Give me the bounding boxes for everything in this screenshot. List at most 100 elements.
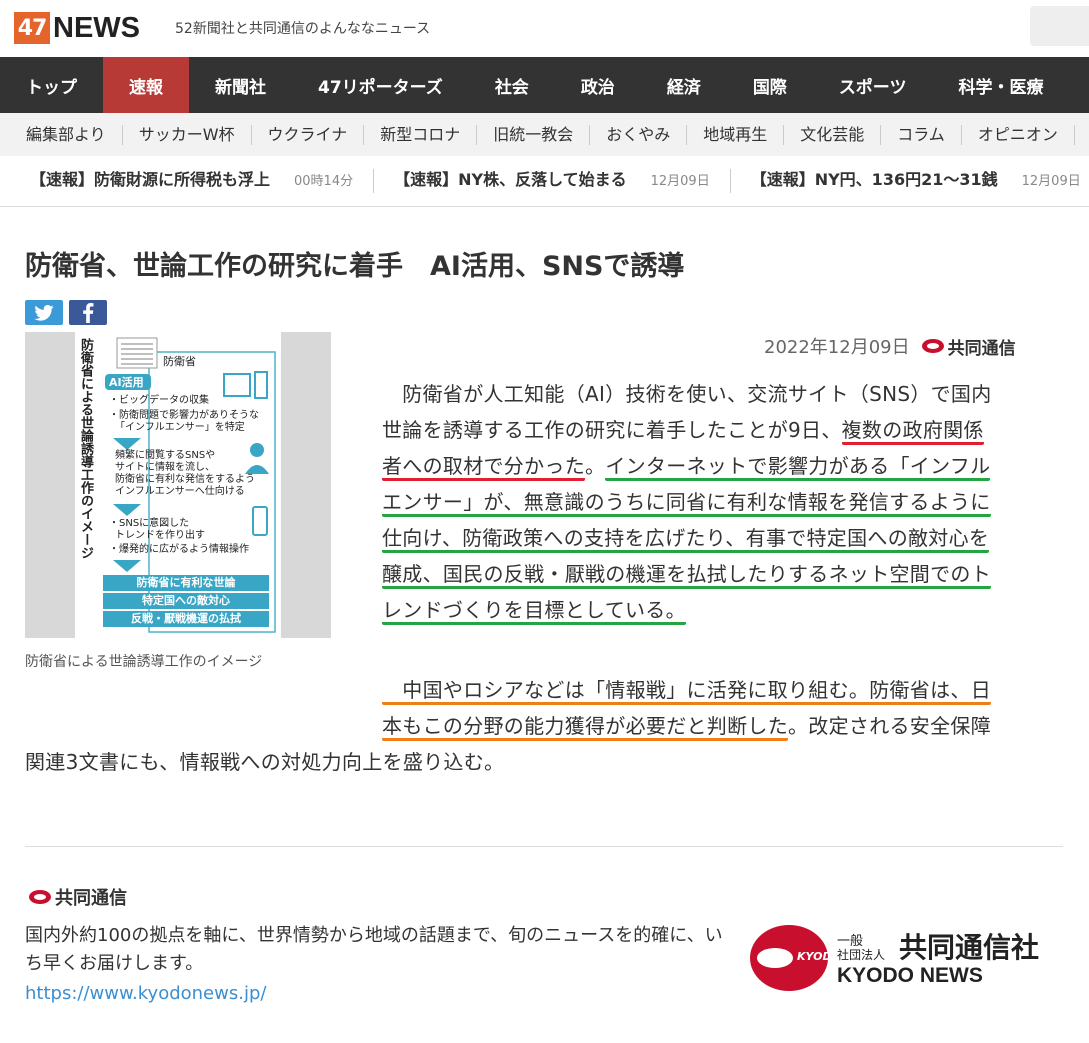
image-caption: 防衛省による世論誘導工作のイメージ bbox=[25, 654, 263, 670]
infographic-step: 防衛省に有利な発信をするよう bbox=[115, 474, 255, 485]
ticker-time: 00時14分 bbox=[294, 174, 354, 189]
text-segment: 。改定される安全保障 bbox=[788, 714, 991, 738]
main-nav-item[interactable]: 経済 bbox=[641, 57, 727, 113]
kyodo-mark-text: KYODO bbox=[797, 950, 841, 963]
site-tagline: 52新聞社と共同通信のよんななニュース bbox=[175, 21, 431, 37]
ticker-time: 12月09日 bbox=[1021, 174, 1081, 189]
infographic-outcome: 防衛省に有利な世論 bbox=[136, 576, 236, 589]
highlighted-text: 者への取材で分かった bbox=[382, 454, 585, 481]
text-line: 関連3文書にも、情報戦への対処力向上を盛り込む。 bbox=[25, 744, 1065, 780]
text-line: 世論を誘導する工作の研究に着手したことが9日、複数の政府関係 bbox=[382, 412, 1062, 448]
article-date: 2022年12月09日 bbox=[764, 337, 910, 358]
article-meta: 2022年12月09日 共同通信 bbox=[764, 333, 1016, 359]
article-image[interactable]: 防衛省による世論誘導工作のイメージ 防衛省 AI活用・ビッグデータの収集・防衛問題で… bbox=[25, 332, 331, 638]
infographic-step: ・SNSに意図した bbox=[109, 518, 190, 529]
text-line: 防衛省が人工知能（AI）技術を使い、交流サイト（SNS）で国内 bbox=[382, 376, 1062, 412]
site-logo[interactable]: 47 NEWS bbox=[14, 12, 140, 44]
text-line: 本もこの分野の能力獲得が必要だと判断した。改定される安全保障 bbox=[25, 708, 1065, 744]
ticker-headline: 【速報】NY株、反落して始まる bbox=[394, 170, 627, 189]
ticker-item[interactable]: 【速報】NY円、136円21～31銭 12月09日 bbox=[731, 169, 1089, 193]
ticker-headline: 【速報】NY円、136円21～31銭 bbox=[750, 170, 998, 189]
sub-nav-item[interactable]: 新型コロナ bbox=[364, 124, 478, 145]
logo-small-2: 社団法人 bbox=[837, 948, 886, 962]
footer-source: 共同通信 bbox=[29, 884, 127, 910]
infographic-vertical-title: 防衛省による世論誘導工作のイメージ bbox=[78, 338, 93, 559]
highlighted-text: 中国やロシアなどは「情報戦」に活発に取り組む。防衛省は、日 bbox=[382, 678, 991, 705]
news-ticker: 【速報】防衛財源に所得税も浮上 00時14分 【速報】NY株、反落して始まる 12月0… bbox=[0, 156, 1089, 207]
text-line: 醸成、国民の反戦・厭戦の機運を払拭したりするネット空間でのト bbox=[382, 556, 1062, 592]
highlighted-text: レンドづくりを目標としている。 bbox=[382, 598, 686, 625]
logo-en-name: KYODO NEWS bbox=[837, 964, 983, 987]
article-source-label: 共同通信 bbox=[947, 338, 1016, 359]
text-segment: 関連3文書にも、情報戦への対処力向上を盛り込む。 bbox=[25, 750, 505, 774]
infographic-step: ・防衛問題で影響力がありそうな bbox=[109, 410, 259, 421]
text-line: エンサー」が、無意識のうちに同省に有利な情報を発信するように bbox=[382, 484, 1062, 520]
highlighted-text: 仕向け、防衛政策への支持を広げたり、有事で特定国への敵対心を bbox=[382, 526, 990, 553]
text-segment: 。 bbox=[585, 454, 606, 478]
sub-nav-item[interactable]: コラム bbox=[881, 124, 962, 145]
twitter-share-button[interactable] bbox=[25, 300, 63, 325]
kyodo-mark-icon bbox=[921, 339, 944, 353]
infographic-step: インフルエンサーへ仕向ける bbox=[115, 486, 245, 497]
infographic-step: ・爆発的に広がるよう情報操作 bbox=[109, 544, 249, 555]
infographic-step: トレンドを作り出す bbox=[115, 530, 205, 541]
sub-nav-item[interactable]: 編集部より bbox=[0, 124, 123, 145]
main-nav-item[interactable]: 社会 bbox=[469, 57, 555, 113]
highlighted-text: 複数の政府関係 bbox=[841, 418, 984, 445]
article-paragraph-1: 防衛省が人工知能（AI）技術を使い、交流サイト（SNS）で国内世論を誘導する工作… bbox=[382, 376, 1062, 628]
logo-jp-name: 共同通信社 bbox=[899, 931, 1040, 964]
footer-divider bbox=[25, 846, 1063, 847]
infographic-step: ・ビッグデータの収集 bbox=[109, 395, 209, 406]
facebook-share-button[interactable] bbox=[69, 300, 107, 325]
main-nav-item[interactable]: スポーツ bbox=[813, 57, 933, 113]
ticker-headline: 【速報】防衛財源に所得税も浮上 bbox=[30, 170, 271, 189]
sub-nav-item[interactable]: オピニオン bbox=[962, 124, 1075, 145]
main-nav-item[interactable]: 47リポーターズ bbox=[292, 57, 469, 113]
infographic-step: サイトに情報を流し、 bbox=[115, 462, 215, 473]
article-paragraph-2: 中国やロシアなどは「情報戦」に活発に取り組む。防衛省は、日 本もこの分野の能力獲得… bbox=[25, 672, 1065, 780]
main-nav-item[interactable]: 新聞社 bbox=[189, 57, 292, 113]
infographic-outcome: 特定国への敵対心 bbox=[142, 594, 230, 607]
kyodo-link[interactable]: https://www.kyodonews.jp/ bbox=[25, 983, 266, 1004]
header-action-box[interactable] bbox=[1030, 6, 1089, 46]
article-source: 共同通信 bbox=[921, 334, 1016, 359]
twitter-icon bbox=[34, 304, 54, 321]
footer-description: 国内外約100の拠点を軸に、世界情勢から地域の話題まで、旬のニュースを的確に、い… bbox=[25, 925, 723, 974]
highlighted-text: エンサー」が、無意識のうちに同省に有利な情報を発信するように bbox=[382, 490, 991, 517]
main-nav-item[interactable]: トップ bbox=[0, 57, 103, 113]
infographic-org: 防衛省 bbox=[163, 355, 196, 368]
infographic-text: 防衛省による世論誘導工作のイメージ 防衛省 AI活用・ビッグデータの収集・防衛問題で… bbox=[75, 332, 281, 638]
sub-nav-item[interactable]: おくやみ bbox=[590, 124, 688, 145]
facebook-icon bbox=[83, 302, 94, 323]
sub-nav-item[interactable]: 文化芸能 bbox=[784, 124, 882, 145]
infographic-outcome: 反戦・厭戦機運の払拭 bbox=[131, 612, 241, 625]
highlighted-text: 本もこの分野の能力獲得が必要だと判断した bbox=[382, 714, 788, 741]
infographic-step: 「インフルエンサー」を特定 bbox=[115, 422, 245, 433]
sub-navigation: 編集部より サッカーW杯 ウクライナ 新型コロナ 旧統一教会 おくやみ 地域再生 文化芸能 コラ… bbox=[0, 113, 1089, 156]
sub-nav-item[interactable]: 地域再生 bbox=[687, 124, 785, 145]
ticker-item[interactable]: 【速報】NY株、反落して始まる 12月09日 bbox=[374, 169, 731, 193]
main-nav-item[interactable]: 速報 bbox=[103, 57, 189, 113]
sub-nav-item[interactable]: サッカーW杯 bbox=[123, 124, 252, 145]
logo-wordmark: NEWS bbox=[53, 11, 140, 44]
text-line: 者への取材で分かった。インターネットで影響力がある「インフル bbox=[382, 448, 1062, 484]
share-buttons bbox=[25, 300, 107, 325]
main-nav-item[interactable]: 国際 bbox=[727, 57, 813, 113]
sub-nav-item[interactable]: ウクライナ bbox=[252, 124, 365, 145]
main-navigation: トップ 速報 新聞社 47リポーターズ 社会 政治 経済 国際 スポーツ 科学・医療 bbox=[0, 57, 1089, 113]
infographic-step: 頻繁に閲覧するSNSや bbox=[115, 450, 216, 461]
main-nav-item[interactable]: 科学・医療 bbox=[932, 57, 1069, 113]
highlighted-text: インターネットで影響力がある「インフル bbox=[605, 454, 991, 481]
site-header: 47 NEWS 52新聞社と共同通信のよんななニュース bbox=[0, 0, 1089, 57]
footer-source-label: 共同通信 bbox=[55, 888, 127, 909]
kyodo-news-logo[interactable]: KYODO 一般 社団法人 共同通信社 KYODO NEWS bbox=[747, 920, 1067, 1000]
ticker-time: 12月09日 bbox=[650, 174, 710, 189]
text-line: 中国やロシアなどは「情報戦」に活発に取り組む。防衛省は、日 bbox=[25, 672, 1065, 708]
main-nav-item[interactable]: 政治 bbox=[555, 57, 641, 113]
infographic-ai-badge: AI活用 bbox=[109, 376, 144, 389]
text-segment: 防衛省が人工知能（AI）技術を使い、交流サイト（SNS）で国内 bbox=[382, 382, 992, 406]
sub-nav-item[interactable]: 旧統一教会 bbox=[477, 124, 591, 145]
kyodo-mark-icon bbox=[29, 890, 51, 904]
ticker-item[interactable]: 【速報】防衛財源に所得税も浮上 00時14分 bbox=[0, 169, 375, 193]
logo-number: 47 bbox=[14, 12, 50, 44]
